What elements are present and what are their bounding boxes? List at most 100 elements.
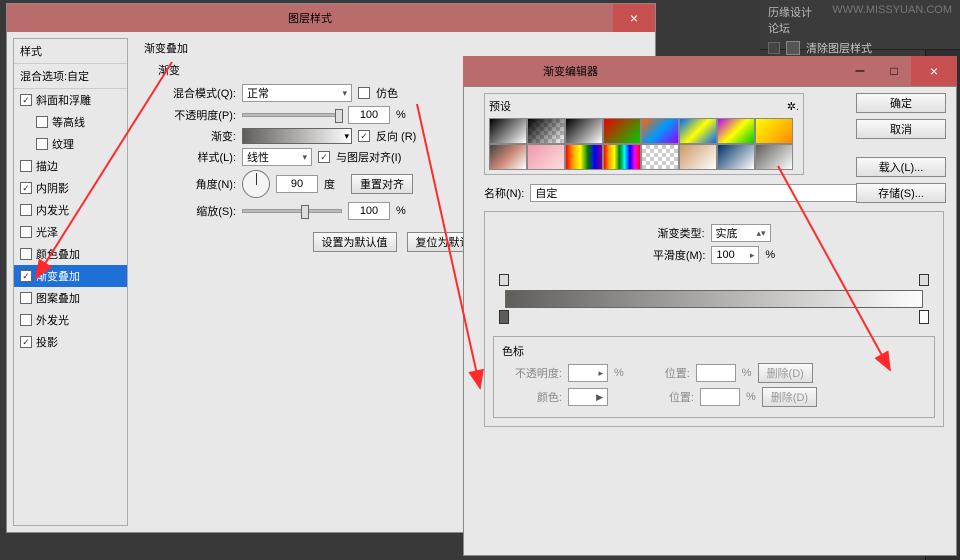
preset-swatch[interactable] <box>679 144 717 170</box>
gradient-preview-bar[interactable] <box>505 290 923 308</box>
checkbox-icon[interactable] <box>20 204 32 216</box>
maximize-icon[interactable]: □ <box>877 56 911 86</box>
sidebar-item-patternoverlay[interactable]: 图案叠加 <box>14 287 127 309</box>
angle-dial[interactable] <box>242 170 270 198</box>
style-sidebar: 样式 混合选项:自定 斜面和浮雕 等高线 纹理 描边 内阴影 内发光 光泽 颜色… <box>13 38 128 526</box>
checkbox-icon[interactable] <box>20 314 32 326</box>
alignlayer-label: 与图层对齐(I) <box>336 149 401 165</box>
blendmode-select[interactable]: 正常▾ <box>242 84 352 102</box>
chevron-down-icon: ▸ <box>750 250 755 261</box>
scale-slider[interactable] <box>242 209 342 213</box>
preset-swatch[interactable] <box>603 144 641 170</box>
sidebar-item-bevel[interactable]: 斜面和浮雕 <box>14 89 127 111</box>
gradient-preview[interactable]: ▾ <box>242 128 352 144</box>
scale-input[interactable] <box>348 202 390 220</box>
preset-swatch[interactable] <box>717 144 755 170</box>
gradient-bar[interactable] <box>497 272 931 324</box>
presets-group: 预设 ✲. <box>484 93 804 175</box>
alignlayer-checkbox[interactable] <box>318 151 330 163</box>
minimize-icon[interactable]: – <box>843 56 877 86</box>
sidebar-item-outerglow[interactable]: 外发光 <box>14 309 127 331</box>
gradient-editor-title: 渐变编辑器 <box>463 63 598 79</box>
sidebar-item-gradoverlay[interactable]: 渐变叠加 <box>14 265 127 287</box>
gradient-editor-buttons: 确定 取消 载入(L)... 存储(S)... <box>856 93 946 203</box>
preset-swatch[interactable] <box>603 118 641 144</box>
ok-button[interactable]: 确定 <box>856 93 946 113</box>
checkbox-icon[interactable] <box>36 116 48 128</box>
site-label: WWW.MISSYUAN.COM <box>832 4 952 36</box>
smooth-input[interactable]: 100▸ <box>711 246 759 264</box>
preset-swatch[interactable] <box>641 118 679 144</box>
angle-input[interactable] <box>276 175 318 193</box>
sidebar-head-blend[interactable]: 混合选项:自定 <box>14 64 127 89</box>
gradtype-label: 渐变类型: <box>657 225 704 241</box>
preset-swatch[interactable] <box>565 144 603 170</box>
stop-pos-label: 位置: <box>630 365 690 381</box>
preset-swatch[interactable] <box>717 118 755 144</box>
stop-pos-input <box>696 364 736 382</box>
close-icon[interactable]: × <box>911 56 957 86</box>
dither-checkbox[interactable] <box>358 87 370 99</box>
sidebar-item-innerglow[interactable]: 内发光 <box>14 199 127 221</box>
preset-swatch[interactable] <box>641 144 679 170</box>
dither-label: 仿色 <box>376 85 398 101</box>
save-button[interactable]: 存储(S)... <box>856 183 946 203</box>
checkbox-icon[interactable] <box>20 292 32 304</box>
checkbox-icon[interactable] <box>20 248 32 260</box>
layer-style-title: 图层样式 <box>7 10 613 26</box>
color-stop[interactable] <box>919 310 929 324</box>
checkbox-icon[interactable] <box>20 226 32 238</box>
checkbox-icon[interactable] <box>20 94 32 106</box>
preset-swatch[interactable] <box>527 144 565 170</box>
load-button[interactable]: 载入(L)... <box>856 157 946 177</box>
updown-icon: ▴▾ <box>756 228 765 239</box>
chevron-down-icon: ▾ <box>342 88 347 99</box>
opacity-stop[interactable] <box>919 274 929 286</box>
layer-style-titlebar[interactable]: 图层样式 × <box>7 4 655 32</box>
checkbox-icon[interactable] <box>20 160 32 172</box>
deg-label: 度 <box>324 176 335 192</box>
reset-align-button[interactable]: 重置对齐 <box>351 174 413 194</box>
clear-layer-style-item[interactable]: 清除图层样式 <box>768 40 952 56</box>
opacity-slider[interactable] <box>242 113 342 117</box>
sidebar-item-coloroverlay[interactable]: 颜色叠加 <box>14 243 127 265</box>
name-input[interactable] <box>530 184 858 202</box>
sidebar-item-stroke[interactable]: 描边 <box>14 155 127 177</box>
set-default-button[interactable]: 设置为默认值 <box>313 232 397 252</box>
opacity-input[interactable] <box>348 106 390 124</box>
sidebar-head-styles[interactable]: 样式 <box>14 39 127 64</box>
preset-swatch[interactable] <box>489 118 527 144</box>
opacity-stop[interactable] <box>499 274 509 286</box>
preset-swatch[interactable] <box>679 118 717 144</box>
reverse-checkbox[interactable] <box>358 130 370 142</box>
color-stop[interactable] <box>499 310 509 324</box>
close-icon[interactable]: × <box>613 4 655 32</box>
stop-pos-label: 位置: <box>634 389 694 405</box>
stops-label: 色标 <box>502 343 926 359</box>
delete-stop-button: 删除(D) <box>762 387 817 407</box>
chevron-down-icon: ▾ <box>302 152 307 163</box>
preset-swatch[interactable] <box>755 144 793 170</box>
sidebar-item-contour[interactable]: 等高线 <box>14 111 127 133</box>
checkbox-icon[interactable] <box>36 138 48 150</box>
checkbox-icon[interactable] <box>20 270 32 282</box>
preset-swatch[interactable] <box>565 118 603 144</box>
gradient-editor-titlebar[interactable]: 渐变编辑器 – □ × <box>463 56 957 86</box>
checkbox-icon[interactable] <box>20 182 32 194</box>
gradtype-select[interactable]: 实底▴▾ <box>711 224 771 242</box>
preset-swatch[interactable] <box>489 144 527 170</box>
cancel-button[interactable]: 取消 <box>856 119 946 139</box>
gear-icon[interactable]: ✲. <box>787 100 799 113</box>
sidebar-item-innershadow[interactable]: 内阴影 <box>14 177 127 199</box>
sidebar-item-satin[interactable]: 光泽 <box>14 221 127 243</box>
sidebar-item-texture[interactable]: 纹理 <box>14 133 127 155</box>
scale-label: 缩放(S): <box>158 203 236 219</box>
app-header: 历缘设计论坛 WWW.MISSYUAN.COM 清除图层样式 <box>760 0 960 50</box>
style-select[interactable]: 线性▾ <box>242 148 312 166</box>
color-stops-group: 色标 不透明度: ▸ % 位置: % 删除(D) 颜色: ▶ 位置: % 删除(… <box>493 336 935 418</box>
preset-swatch[interactable] <box>755 118 793 144</box>
preset-swatch[interactable] <box>527 118 565 144</box>
checkbox-icon[interactable] <box>20 336 32 348</box>
sidebar-item-dropshadow[interactable]: 投影 <box>14 331 127 353</box>
angle-label: 角度(N): <box>158 176 236 192</box>
